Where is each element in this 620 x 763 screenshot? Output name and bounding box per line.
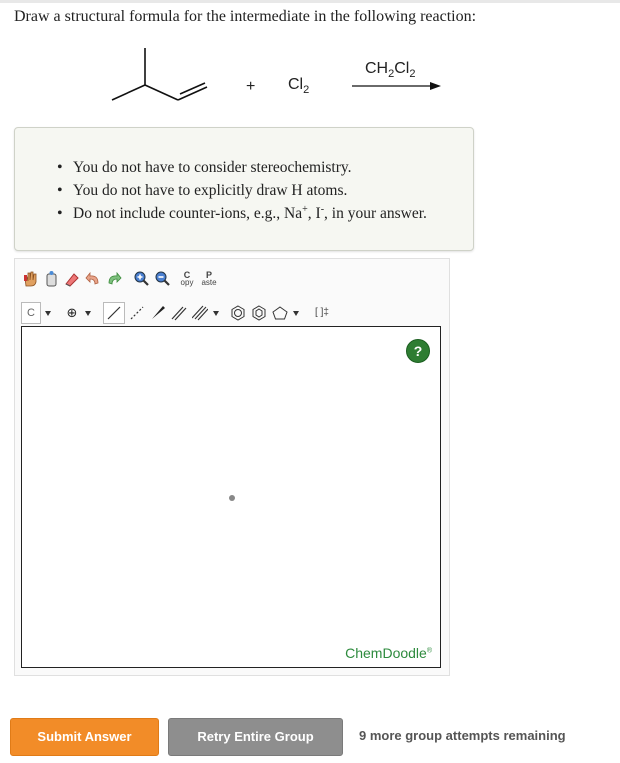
zoom-out-icon[interactable] <box>153 269 171 289</box>
chevron-down-icon[interactable] <box>213 310 219 316</box>
zoom-in-icon[interactable] <box>132 269 150 289</box>
instruction-item: Do not include counter-ions, e.g., Na+, … <box>57 202 427 225</box>
toolbar-row-1: C opy P aste <box>21 265 222 293</box>
solvent-text-a: CH <box>365 60 389 77</box>
instruction-text: Do not include counter-ions, e.g., Na <box>73 205 303 222</box>
brand-text: ChemDoodle <box>345 645 427 661</box>
single-bond-icon[interactable] <box>103 302 125 324</box>
solvent-label: CH2Cl2 <box>365 60 415 80</box>
eraser-icon[interactable] <box>63 269 81 289</box>
alkene-structure <box>111 48 441 101</box>
chemdoodle-sketcher: C opy P aste C ⊕ []‡ ? ChemDoodle® <box>14 258 450 676</box>
attempts-remaining-text: 9 more group attempts remaining <box>359 728 566 743</box>
chevron-down-icon[interactable] <box>45 310 51 316</box>
wedge-bond-icon[interactable] <box>149 303 167 323</box>
bracket-tool[interactable]: [ ]‡ <box>311 303 333 323</box>
pentagon-ring-icon[interactable] <box>271 303 289 323</box>
question-text: Draw a structural formula for the interm… <box>14 8 477 25</box>
dashed-bond-icon[interactable] <box>128 303 146 323</box>
undo-icon[interactable] <box>84 269 102 289</box>
double-bond-icon[interactable] <box>170 303 188 323</box>
instruction-item: You do not have to explicitly draw H ato… <box>57 179 427 202</box>
triple-bond-icon[interactable] <box>191 303 209 323</box>
paste-label-bottom: aste <box>201 278 217 287</box>
atom-selector[interactable]: C <box>21 302 41 324</box>
reaction-scheme: + Cl2 CH2Cl2 <box>0 40 620 120</box>
hexagon-ring-icon[interactable] <box>250 303 268 323</box>
reagent-text: Cl <box>288 76 304 93</box>
copy-label-bottom: opy <box>180 278 194 287</box>
retry-group-button[interactable]: Retry Entire Group <box>168 718 343 756</box>
drawing-canvas[interactable]: ? ChemDoodle® <box>21 326 441 668</box>
copy-button[interactable]: C opy <box>178 269 196 289</box>
plus-sign: + <box>246 78 256 95</box>
paste-button[interactable]: P aste <box>199 269 219 289</box>
instruction-text: , in your answer. <box>324 205 427 222</box>
reagent-subscript: 2 <box>303 84 310 97</box>
instruction-text: , I <box>307 205 321 222</box>
submit-answer-button[interactable]: Submit Answer <box>10 718 159 756</box>
redo-icon[interactable] <box>105 269 123 289</box>
solvent-subscript-2: 2 <box>409 68 416 81</box>
chevron-down-icon[interactable] <box>293 310 299 316</box>
solvent-text-b: Cl <box>394 60 410 77</box>
help-button[interactable]: ? <box>406 339 430 363</box>
instructions-list: You do not have to consider stereochemis… <box>15 156 427 225</box>
reagent-label: Cl2 <box>288 76 309 96</box>
benzene-ring-icon[interactable] <box>229 303 247 323</box>
top-divider <box>0 0 620 3</box>
charge-icon: ⊕ <box>66 305 78 321</box>
chevron-down-icon[interactable] <box>85 310 91 316</box>
brand-mark: ® <box>426 647 432 655</box>
bracket-icon: [ ]‡ <box>315 307 329 318</box>
instructions-box: You do not have to consider stereochemis… <box>14 127 474 251</box>
hand-icon[interactable] <box>21 269 39 289</box>
instruction-item: You do not have to consider stereochemis… <box>57 156 427 179</box>
canvas-cursor-dot <box>229 495 235 501</box>
charge-button[interactable]: ⊕ <box>63 303 81 323</box>
chemdoodle-logo: ChemDoodle® <box>345 645 432 661</box>
atom-label: C <box>27 307 35 319</box>
toolbar-row-2: C ⊕ [ ]‡ <box>21 299 336 327</box>
lasso-icon[interactable] <box>42 269 60 289</box>
